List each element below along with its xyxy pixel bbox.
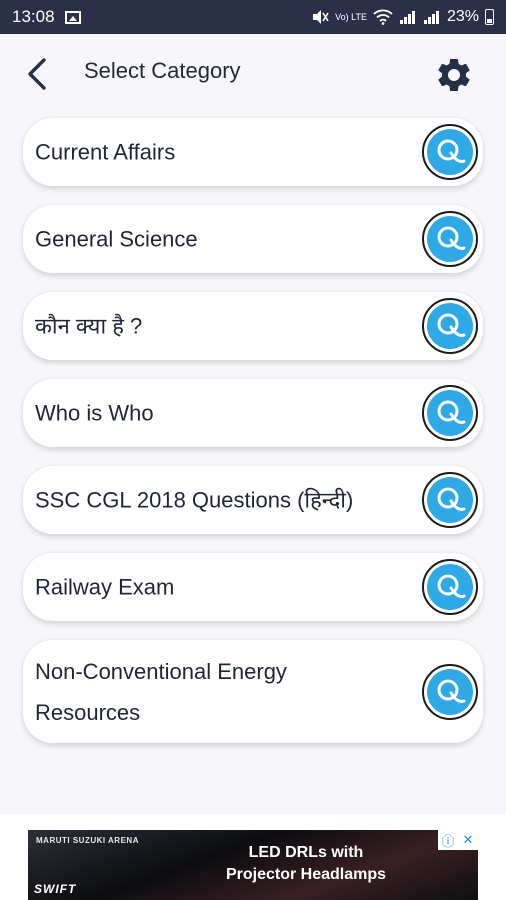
status-bar: 13:08 Vo) LTE 23% [0, 0, 506, 34]
category-item-kaun-kya-hai[interactable]: कौन क्या है ? [23, 292, 483, 360]
ad-headline-line2: Projector Headlamps [225, 866, 387, 883]
gear-icon [438, 58, 470, 91]
category-label: General Science [35, 226, 198, 252]
quiz-q-icon [422, 385, 478, 441]
quiz-q-icon [422, 124, 478, 180]
category-item-who-is-who[interactable]: Who is Who [23, 379, 483, 447]
quiz-q-icon [422, 559, 478, 615]
page-title: Select Category [84, 58, 241, 83]
ad-headline: LED DRLs with Projector Headlamps [216, 842, 396, 886]
battery-percent: 23% [446, 8, 479, 25]
category-item-railway-exam[interactable]: Railway Exam [23, 553, 483, 621]
ad-controls: ⓘ ✕ [438, 830, 478, 850]
settings-button[interactable] [434, 55, 474, 95]
ad-model: SWIFT [34, 882, 77, 896]
ad-close-icon[interactable]: ✕ [458, 830, 478, 850]
chevron-left-icon [28, 58, 46, 90]
signal-2-icon [423, 11, 439, 24]
category-label: Non-Conventional Energy Resources [35, 658, 287, 725]
volte-icon: Vo) LTE [335, 11, 367, 22]
mute-icon [313, 10, 329, 24]
app-header: Select Category [0, 34, 506, 114]
category-item-current-affairs[interactable]: Current Affairs [23, 118, 483, 186]
back-button[interactable] [22, 56, 56, 92]
image-notification-icon [64, 10, 81, 24]
category-item-general-science[interactable]: General Science [23, 205, 483, 273]
quiz-q-icon [422, 663, 478, 720]
ad-banner[interactable]: MARUTI SUZUKI ARENA SWIFT LED DRLs with … [28, 830, 478, 900]
category-item-ssc-cgl-2018[interactable]: SSC CGL 2018 Questions (हिन्दी) [23, 466, 483, 534]
quiz-q-icon [422, 472, 478, 528]
category-item-non-conventional-energy[interactable]: Non-Conventional Energy Resources [23, 640, 483, 743]
quiz-q-icon [422, 211, 478, 267]
signal-1-icon [399, 11, 415, 24]
quiz-q-icon [422, 298, 478, 354]
category-label: Who is Who [35, 400, 154, 426]
ad-brand: MARUTI SUZUKI ARENA [36, 836, 139, 845]
category-label: Current Affairs [35, 139, 176, 165]
battery-icon [485, 9, 494, 25]
status-time: 13:08 [12, 7, 55, 26]
wifi-icon [373, 9, 393, 25]
category-label: कौन क्या है ? [35, 313, 143, 339]
ad-info-icon[interactable]: ⓘ [438, 830, 458, 850]
category-label: Railway Exam [35, 574, 175, 600]
ad-headline-line1: LED DRLs with [248, 844, 364, 861]
category-label: SSC CGL 2018 Questions (हिन्दी) [35, 487, 354, 513]
